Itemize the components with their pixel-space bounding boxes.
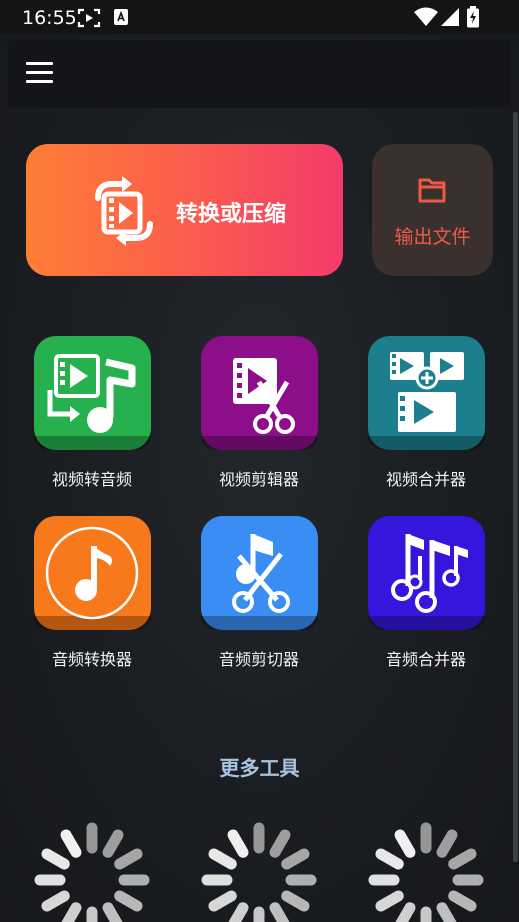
loading-spinner-icon — [368, 822, 484, 922]
tool-audio-converter[interactable]: 音频转换器 — [17, 516, 167, 676]
tool-label: 音频合并器 — [385, 650, 466, 669]
audio-converter-tile — [34, 516, 151, 630]
spinner-spoke — [60, 902, 82, 922]
video-merger-icon — [390, 352, 464, 432]
spinner-spoke — [269, 829, 291, 858]
battery-icon — [467, 6, 479, 28]
scrollbar[interactable] — [513, 112, 518, 862]
loading-spinner-icon — [34, 822, 150, 922]
video-cutter-icon — [233, 358, 295, 434]
tool-audio-cutter[interactable]: 音频剪切器 — [184, 516, 334, 676]
wifi-icon — [414, 7, 438, 26]
tool-label: 视频合并器 — [385, 470, 466, 489]
status-time: 16:55 — [22, 7, 77, 29]
spinner-spoke — [102, 829, 124, 858]
loading-spinner-icon — [201, 822, 317, 922]
status-bar: 16:55 — [0, 0, 519, 34]
video-to-audio-icon — [47, 354, 136, 433]
tool-label: 音频剪切器 — [218, 650, 299, 669]
output-files-button[interactable]: 输出文件 — [372, 144, 493, 276]
spinner-spoke — [375, 890, 404, 912]
tool-video-to-audio[interactable]: 视频转音频 — [17, 336, 167, 496]
more-tools-heading: 更多工具 — [219, 756, 300, 780]
signal-icon — [441, 8, 459, 26]
convert-or-compress-button[interactable]: 转换或压缩 — [26, 144, 343, 276]
spinner-spoke — [448, 848, 477, 870]
spinner-spoke — [114, 890, 143, 912]
video-merger-tile — [368, 336, 485, 450]
video-to-audio-tile — [34, 336, 151, 450]
spinner-spoke — [102, 902, 124, 922]
spinner-spoke — [114, 848, 143, 870]
audio-cutter-icon — [232, 534, 290, 613]
folder-icon — [418, 178, 446, 203]
audio-cutter-tile — [201, 516, 318, 630]
audio-merger-tile — [368, 516, 485, 630]
convert-video-icon — [95, 176, 153, 246]
app-bar — [8, 40, 511, 108]
tool-label: 视频转音频 — [51, 470, 132, 489]
a-notification-icon — [114, 9, 128, 25]
spinner-spoke — [208, 848, 237, 870]
hamburger-menu-icon[interactable] — [26, 62, 56, 86]
spinner-spoke — [448, 890, 477, 912]
tool-label: 音频转换器 — [51, 650, 132, 669]
spinner-spoke — [227, 829, 249, 858]
spinner-spoke — [208, 890, 237, 912]
tool-label: 视频剪辑器 — [218, 470, 299, 489]
video-cutter-tile — [201, 336, 318, 450]
output-files-label: 输出文件 — [394, 226, 471, 248]
tool-audio-merger[interactable]: 音频合并器 — [351, 516, 501, 676]
spinner-spoke — [281, 848, 310, 870]
convert-label: 转换或压缩 — [176, 202, 287, 227]
spinner-spoke — [436, 829, 458, 858]
spinner-spoke — [375, 848, 404, 870]
spinner-spoke — [269, 902, 291, 922]
spinner-spoke — [227, 902, 249, 922]
tool-video-cutter[interactable]: 视频剪辑器 — [184, 336, 334, 496]
spinner-spoke — [394, 902, 416, 922]
spinner-spoke — [394, 829, 416, 858]
spinner-spoke — [60, 829, 82, 858]
spinner-spoke — [41, 848, 70, 870]
spinner-spoke — [281, 890, 310, 912]
spinner-spoke — [41, 890, 70, 912]
audio-converter-icon — [45, 526, 139, 620]
screen-record-icon — [77, 8, 101, 28]
tool-video-merger[interactable]: 视频合并器 — [351, 336, 501, 496]
audio-merger-icon — [391, 534, 468, 613]
spinner-spoke — [436, 902, 458, 922]
